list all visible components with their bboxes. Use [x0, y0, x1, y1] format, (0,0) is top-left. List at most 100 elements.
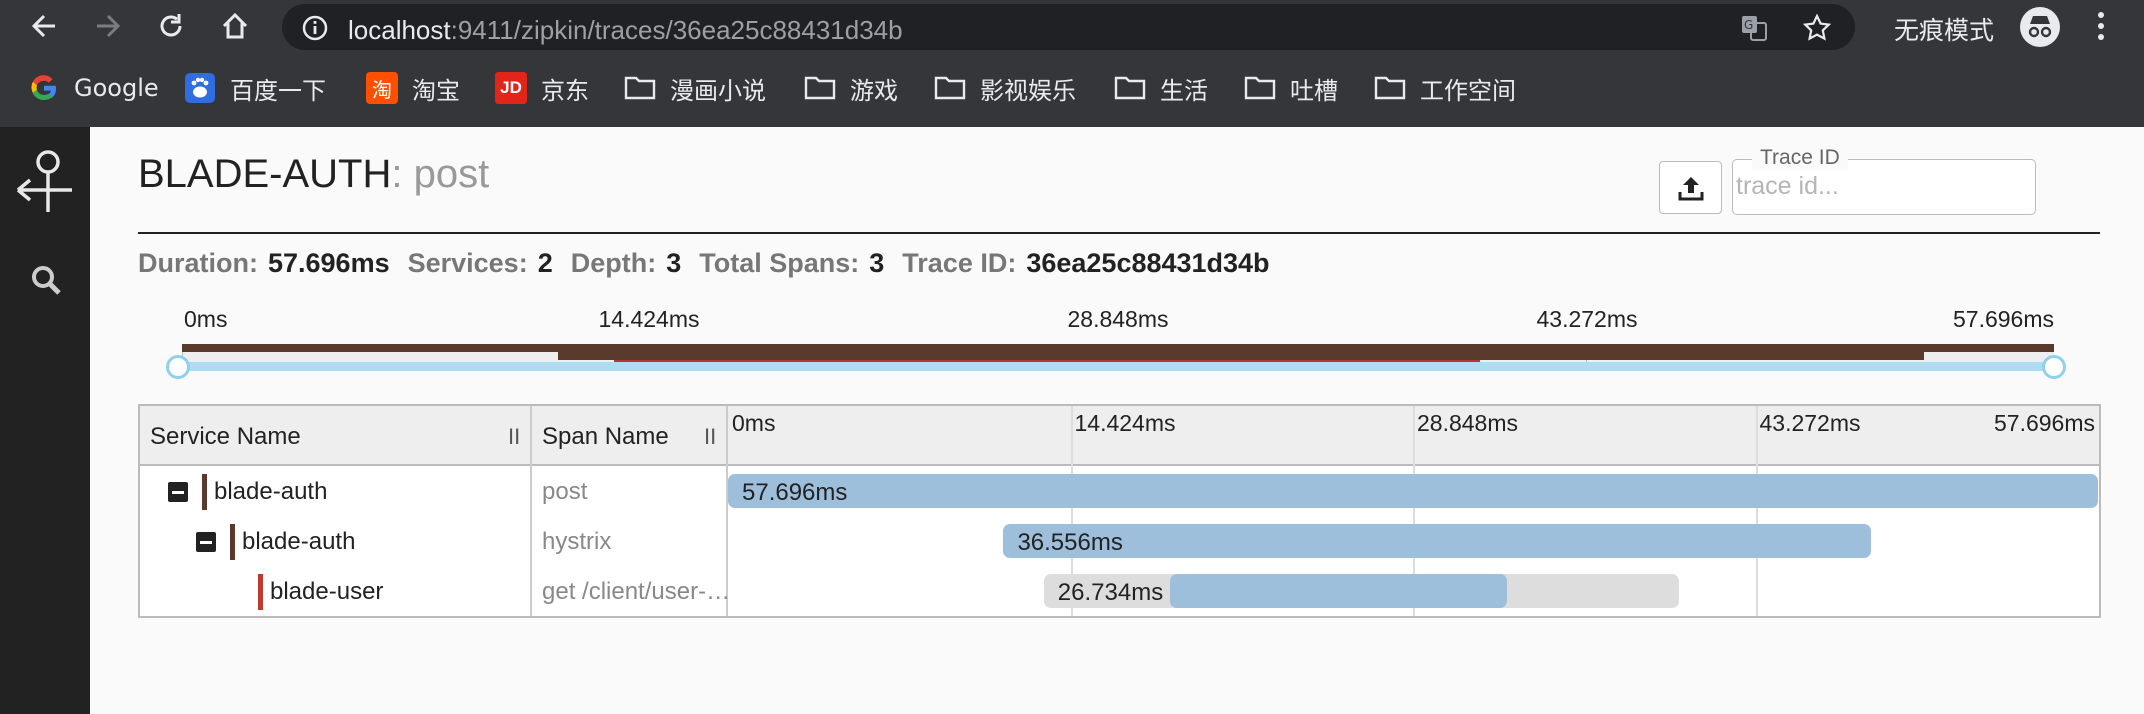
service-name: blade-auth	[242, 528, 356, 555]
depth-label: Depth:	[570, 248, 657, 278]
trace-id-input[interactable]	[1736, 172, 2026, 201]
app-sidenav	[0, 127, 90, 714]
bookmarks-bar: Google 百度一下 淘淘宝 JD 京东 漫画小说 游戏 影视娱乐 生活 吐槽 …	[0, 52, 2144, 127]
minimap-tick-label: 43.272ms	[1536, 306, 1638, 332]
address-bar[interactable]: localhost:9411/zipkin/traces/36ea25c8843…	[282, 4, 1855, 50]
bookmark-label: 吐槽	[1290, 76, 1338, 105]
bookmark-star-icon[interactable]	[1802, 13, 1832, 47]
zipkin-logo-icon[interactable]	[12, 150, 76, 219]
bookmark-folder-games[interactable]: 游戏	[804, 70, 898, 106]
forward-icon[interactable]	[90, 8, 126, 44]
folder-icon	[624, 72, 656, 104]
trace-timeline: Service Name II Span Name II 0ms 14.424ms…	[138, 404, 2101, 618]
minimap-start-handle[interactable]	[166, 355, 190, 379]
column-service-name[interactable]: Service Name	[150, 423, 301, 451]
span-duration-bar[interactable]	[1003, 524, 1872, 558]
span-row[interactable]: blade-auth hystrix 36.556ms	[140, 517, 2099, 567]
resize-handle-icon[interactable]: II	[508, 424, 520, 450]
span-name: hystrix	[542, 528, 612, 555]
incognito-label[interactable]: 无痕模式	[1894, 11, 1994, 47]
bookmark-folder-rant[interactable]: 吐槽	[1244, 70, 1338, 106]
page-title: BLADE-AUTH: post	[138, 152, 489, 197]
folder-icon	[1114, 72, 1146, 104]
bookmark-label: 京东	[541, 76, 589, 105]
bookmark-label: 影视娱乐	[980, 76, 1076, 105]
span-name: post	[542, 478, 588, 505]
home-icon[interactable]	[217, 8, 253, 44]
bookmark-folder-work[interactable]: 工作空间	[1374, 70, 1516, 106]
bookmark-google[interactable]: Google	[28, 70, 159, 106]
minimap-tick-label: 0ms	[184, 306, 228, 332]
span-duration-label: 26.734ms	[1057, 579, 1164, 606]
site-info-icon[interactable]	[302, 15, 328, 46]
back-icon[interactable]	[26, 8, 62, 44]
duration-label: Duration:	[138, 248, 258, 278]
service-color-marker	[202, 474, 207, 510]
minimap-range-track[interactable]	[180, 362, 2056, 371]
spans-label: Total Spans:	[699, 248, 860, 278]
service-name: blade-auth	[214, 478, 328, 505]
minimap-span-bar	[558, 352, 1924, 360]
bookmark-baidu[interactable]: 百度一下	[184, 70, 326, 106]
title-span: : post	[391, 152, 490, 196]
incognito-icon[interactable]	[2020, 7, 2060, 47]
browser-menu-icon[interactable]	[2090, 8, 2112, 44]
services-label: Services:	[407, 248, 528, 278]
trace-summary: Duration: 57.696ms Services: 2 Depth: 3 Total …	[138, 248, 1288, 279]
title-service: BLADE-AUTH	[138, 152, 392, 196]
bookmark-label: 漫画小说	[670, 76, 766, 105]
timeline-tick-label: 57.696ms	[1993, 410, 2095, 436]
bookmark-folder-manga[interactable]: 漫画小说	[624, 70, 766, 106]
bookmark-label: Google	[74, 74, 159, 102]
browser-toolbar: localhost:9411/zipkin/traces/36ea25c8843…	[0, 0, 2144, 52]
search-icon[interactable]	[30, 264, 62, 301]
resize-handle-icon[interactable]: II	[704, 424, 716, 450]
span-duration-bar[interactable]	[1169, 574, 1507, 608]
bookmark-label: 游戏	[850, 76, 898, 105]
spans-value: 3	[869, 248, 885, 278]
upload-json-button[interactable]	[1659, 161, 1722, 214]
span-duration-label: 57.696ms	[742, 479, 848, 506]
taobao-icon: 淘	[366, 72, 398, 104]
collapse-toggle-icon[interactable]	[168, 482, 188, 502]
minimap-span-bar	[182, 344, 2054, 352]
baidu-icon	[184, 72, 216, 104]
span-duration-bar[interactable]	[728, 474, 2098, 508]
span-row[interactable]: blade-auth post 57.696ms	[140, 467, 2099, 517]
bookmark-taobao[interactable]: 淘淘宝	[366, 70, 460, 106]
folder-icon	[1374, 72, 1406, 104]
jd-icon: JD	[495, 72, 527, 104]
timeline-tick-label: 43.272ms	[1759, 410, 1861, 436]
url-text[interactable]: localhost:9411/zipkin/traces/36ea25c8843…	[348, 15, 903, 46]
google-icon	[28, 72, 60, 104]
bookmark-label: 百度一下	[230, 76, 326, 105]
traceid-value: 36ea25c88431d34b	[1026, 248, 1270, 278]
upload-icon	[1678, 176, 1703, 200]
header-divider	[138, 232, 2100, 234]
bookmark-label: 工作空间	[1420, 76, 1516, 105]
timeline-tick-label: 0ms	[732, 410, 776, 436]
minimap-end-handle[interactable]	[2042, 355, 2066, 379]
services-value: 2	[537, 248, 553, 278]
bookmark-label: 淘宝	[412, 76, 460, 105]
column-span-name[interactable]: Span Name	[542, 423, 669, 451]
folder-icon	[804, 72, 836, 104]
trace-minimap[interactable]: 0ms 14.424ms 28.848ms 43.272ms 57.696ms	[166, 306, 2066, 379]
translate-icon[interactable]: G	[1740, 14, 1768, 47]
minimap-tick-label: 14.424ms	[598, 306, 700, 332]
folder-icon	[1244, 72, 1276, 104]
reload-icon[interactable]	[153, 8, 189, 44]
span-name: get /client/user-info	[542, 578, 732, 605]
svg-text:G: G	[1744, 18, 1753, 32]
collapse-toggle-icon[interactable]	[196, 532, 216, 552]
bookmark-jd[interactable]: JD 京东	[495, 70, 589, 106]
bookmark-folder-video[interactable]: 影视娱乐	[934, 70, 1076, 106]
timeline-tick-label: 14.424ms	[1074, 410, 1176, 436]
span-row[interactable]: blade-user get /client/user-info 26.734ms	[140, 567, 2099, 617]
minimap-tick-label: 57.696ms	[1952, 306, 2054, 332]
bookmark-folder-life[interactable]: 生活	[1114, 70, 1208, 106]
trace-id-label: Trace ID	[1752, 146, 1848, 170]
depth-value: 3	[666, 248, 682, 278]
minimap-tick-label: 28.848ms	[1067, 306, 1169, 332]
traceid-label: Trace ID:	[902, 248, 1017, 278]
